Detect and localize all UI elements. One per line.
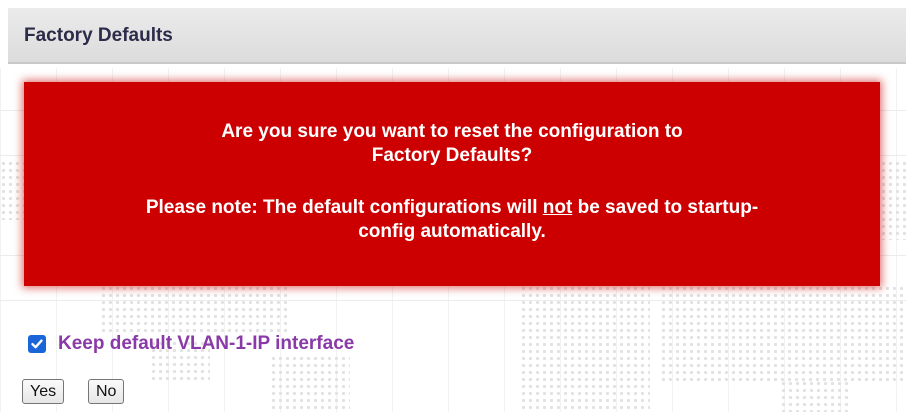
- map-texture: [780, 380, 850, 412]
- yes-button[interactable]: Yes: [22, 379, 65, 404]
- page-title: Factory Defaults: [24, 25, 173, 46]
- alert-note-line-2: config automatically.: [358, 221, 546, 242]
- alert-note-suffix: be saved to startup-: [572, 197, 759, 218]
- alert-note-prefix: Please note: The default configurations …: [145, 197, 543, 218]
- map-texture: [880, 160, 906, 240]
- alert-note-emphasis: not: [542, 197, 573, 218]
- no-button[interactable]: No: [88, 379, 125, 404]
- keep-vlan-label[interactable]: Keep default VLAN-1-IP interface: [58, 333, 354, 355]
- map-texture: [660, 285, 906, 385]
- reset-warning-alert: Are you sure you want to reset the confi…: [24, 82, 880, 286]
- page-header: Factory Defaults: [8, 8, 906, 64]
- alert-line-2: Factory Defaults?: [371, 145, 533, 166]
- checkmark-icon: [31, 339, 43, 349]
- factory-defaults-page: Factory Defaults Are you sure you want t…: [0, 0, 906, 412]
- keep-vlan-option[interactable]: Keep default VLAN-1-IP interface: [28, 332, 354, 356]
- keep-vlan-checkbox[interactable]: [28, 335, 46, 353]
- map-texture: [520, 285, 650, 412]
- map-texture: [100, 285, 290, 335]
- alert-line-1: Are you sure you want to reset the confi…: [221, 121, 683, 142]
- map-texture: [270, 355, 350, 412]
- alert-question: Are you sure you want to reset the confi…: [72, 120, 832, 168]
- alert-note: Please note: The default configurations …: [72, 196, 832, 244]
